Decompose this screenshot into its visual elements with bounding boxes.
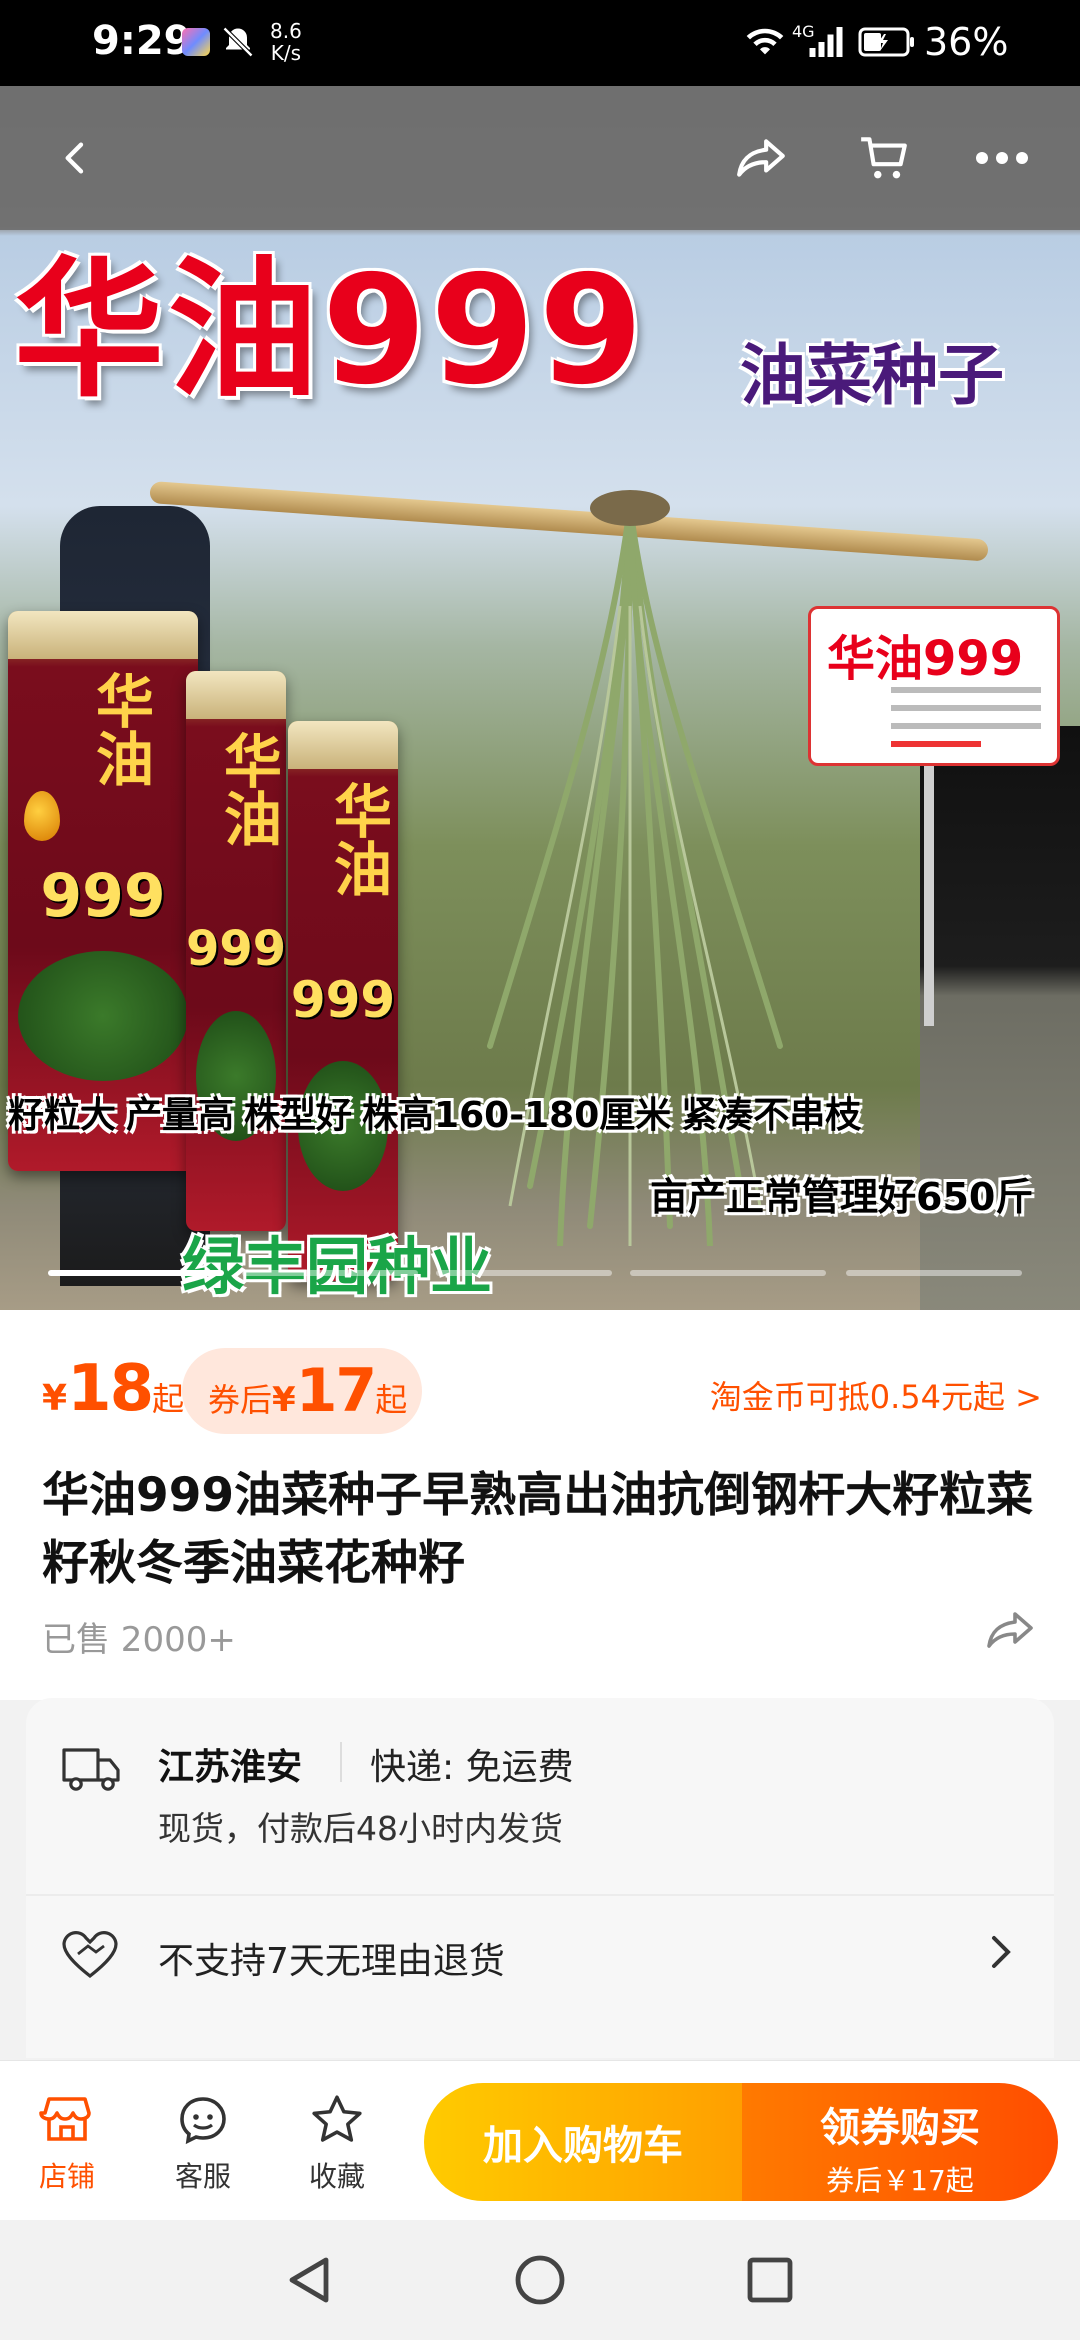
product-title: 华油999油菜种子早熟高出油抗倒钢杆大籽粒菜籽秋冬季油菜花种籽 <box>42 1468 1034 1591</box>
speed-unit: K/s <box>270 41 302 65</box>
truck-icon <box>60 1740 124 1800</box>
carousel-indicator-active <box>48 1270 224 1276</box>
ship-note: 现货，付款后48小时内发货 <box>158 1809 563 1848</box>
mute-bell-icon <box>220 24 256 64</box>
chevron-right-icon <box>990 1934 1014 1974</box>
back-button[interactable] <box>44 126 108 190</box>
product-image-carousel[interactable]: 华油999 油菜种子 华油 999 华油 999 华油 999 华油999 籽粒… <box>0 86 1080 1310</box>
more-icon <box>976 152 1028 164</box>
feature-tag: 产量高 <box>126 1095 235 1136</box>
signal-icon <box>808 26 844 62</box>
coupon-suffix: 起 <box>375 1381 408 1419</box>
feature-tag: 籽粒大 <box>8 1095 117 1136</box>
buy-label: 领券购买 <box>820 2105 980 2151</box>
favorite-button[interactable]: 收藏 <box>292 2091 382 2195</box>
oil-drop-icon <box>24 791 60 841</box>
battery-percent: 36% <box>924 20 1009 64</box>
carousel-indicator <box>242 1270 418 1276</box>
bottom-action-bar: 店铺 客服 收藏 加入购物车 领券购买 券后￥17起 <box>0 2060 1080 2220</box>
brand-name: 绿丰园种业 <box>182 1230 493 1303</box>
status-bar: 9:29 8.6 K/s 4G 36% <box>0 0 1080 86</box>
variety-sign: 华油999 <box>808 606 1060 766</box>
coupon-buy-button[interactable]: 领券购买 券后￥17起 <box>742 2083 1058 2201</box>
share-product-button[interactable] <box>984 1606 1038 1658</box>
package-number: 999 <box>290 971 396 1029</box>
triangle-back-icon <box>289 2257 329 2303</box>
wifi-icon <box>745 24 785 62</box>
price: ¥18起 <box>42 1352 184 1426</box>
share-icon <box>987 1612 1033 1648</box>
customer-service-icon <box>158 2091 248 2147</box>
package-brand: 华油 <box>214 731 282 847</box>
package-number: 999 <box>40 861 166 931</box>
ship-origin: 江苏淮安 <box>158 1747 303 1788</box>
share-icon <box>737 139 785 177</box>
network-speed: 8.6 K/s <box>270 20 302 64</box>
feature-tag: 紧凑不串枝 <box>681 1095 862 1136</box>
feature-tags: 籽粒大 产量高 株型好 株高160-180厘米 紧凑不串枝 <box>8 1086 861 1138</box>
feature-tag: 株高160-180厘米 <box>362 1095 672 1136</box>
carousel-indicator <box>846 1270 1022 1276</box>
shipping-row[interactable]: 江苏淮安 快递: 免运费 现货，付款后48小时内发货 <box>26 1698 1054 1896</box>
divider <box>340 1742 342 1782</box>
return-policy-row[interactable]: 不支持7天无理由退货 <box>26 1896 1054 2008</box>
star-icon <box>292 2091 382 2147</box>
carousel-indicator <box>630 1270 826 1276</box>
seed-package: 华油 999 <box>288 721 398 1281</box>
sold-count: 已售 2000+ <box>42 1620 236 1660</box>
back-arrow-icon <box>65 142 84 174</box>
sign-title: 华油999 <box>827 631 1024 687</box>
package-brand: 华油 <box>86 671 154 787</box>
store-button[interactable]: 店铺 <box>22 2091 112 2195</box>
top-navigation <box>0 86 1080 230</box>
status-time: 9:29 <box>92 18 192 64</box>
service-button[interactable]: 客服 <box>158 2091 248 2195</box>
hero-subheadline: 油菜种子 <box>740 337 1004 414</box>
coupon-currency: ¥ <box>272 1380 296 1420</box>
add-to-cart-button[interactable]: 加入购物车 <box>424 2083 742 2201</box>
taojin-coin-link[interactable]: 淘金币可抵0.54元起 > <box>710 1372 1042 1418</box>
store-icon <box>22 2091 112 2147</box>
coupon-price-pill[interactable]: 券后¥17起 <box>182 1348 422 1434</box>
system-navigation-bar <box>0 2220 1080 2340</box>
cart-button[interactable] <box>852 126 916 190</box>
express-info: 快递: 免运费 <box>370 1747 574 1788</box>
store-label: 店铺 <box>38 2160 95 2193</box>
price-suffix: 起 <box>152 1380 185 1418</box>
buy-sub-label: 券后￥17起 <box>826 2164 974 2197</box>
package-brand: 华油 <box>324 781 392 897</box>
share-button[interactable] <box>730 126 794 190</box>
price-currency: ¥ <box>42 1378 68 1419</box>
price-row: ¥18起 券后¥17起 淘金币可抵0.54元起 > <box>42 1348 1042 1438</box>
speed-value: 8.6 <box>270 19 302 43</box>
yield-note: 亩产正常管理好650斤 <box>650 1175 1034 1219</box>
app-notification-icon <box>182 28 210 56</box>
person-right <box>920 726 1080 1310</box>
cart-icon <box>861 137 907 179</box>
system-home-button[interactable] <box>512 2252 568 2312</box>
coupon-label: 券后 <box>208 1381 273 1419</box>
sign-pole <box>924 766 934 1026</box>
coupon-value: 17 <box>295 1356 377 1426</box>
product-info: ¥18起 券后¥17起 淘金币可抵0.54元起 > 华油999油菜种子早熟高出油… <box>0 1310 1080 1700</box>
package-number: 999 <box>186 921 286 977</box>
return-policy-text: 不支持7天无理由退货 <box>158 1941 505 1982</box>
seed-package: 华油 999 <box>186 671 286 1231</box>
hero-headline: 华油999 <box>14 244 648 418</box>
system-recents-button[interactable] <box>742 2252 798 2312</box>
square-recents-icon <box>747 2257 793 2303</box>
service-label: 客服 <box>174 2160 231 2193</box>
feature-tag: 株型好 <box>244 1095 353 1136</box>
price-value: 18 <box>67 1352 154 1426</box>
carousel-indicator <box>436 1270 612 1276</box>
more-button[interactable] <box>970 126 1034 190</box>
battery-icon <box>858 26 916 62</box>
heart-shield-icon <box>60 1928 120 1984</box>
delivery-card: 江苏淮安 快递: 免运费 现货，付款后48小时内发货 不支持7天无理由退货 <box>26 1698 1054 2058</box>
favorite-label: 收藏 <box>308 2160 365 2193</box>
system-back-button[interactable] <box>282 2252 338 2312</box>
circle-home-icon <box>515 2255 565 2305</box>
